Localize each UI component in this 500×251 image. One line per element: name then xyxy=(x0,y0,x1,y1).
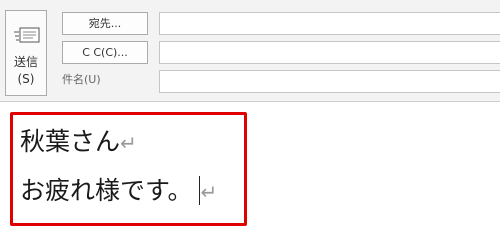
send-shortcut-label: (S) xyxy=(17,72,35,86)
body-line-greeting: 秋葉さん↵ xyxy=(20,126,137,159)
cc-button[interactable]: C C(C)... xyxy=(62,41,148,64)
paragraph-mark-icon: ↵ xyxy=(120,131,137,155)
to-button[interactable]: 宛先... xyxy=(62,12,148,35)
body-line-salutation: お疲れ様です。 ↵ xyxy=(20,175,217,208)
compose-header: 送信 (S) 宛先... C C(C)... 件名(U) xyxy=(0,0,500,102)
body-text-greeting: 秋葉さん xyxy=(20,127,121,156)
paragraph-mark-icon: ↵ xyxy=(200,180,218,204)
cc-field[interactable] xyxy=(159,41,500,64)
body-text-salutation: お疲れ様です。 xyxy=(20,176,193,205)
send-button[interactable]: 送信 (S) xyxy=(5,10,47,96)
send-envelope-icon xyxy=(14,27,40,43)
to-field[interactable] xyxy=(159,12,500,35)
subject-field[interactable] xyxy=(159,70,500,93)
subject-label: 件名(U) xyxy=(62,73,101,86)
text-caret xyxy=(198,176,200,205)
send-label: 送信 xyxy=(13,55,38,69)
